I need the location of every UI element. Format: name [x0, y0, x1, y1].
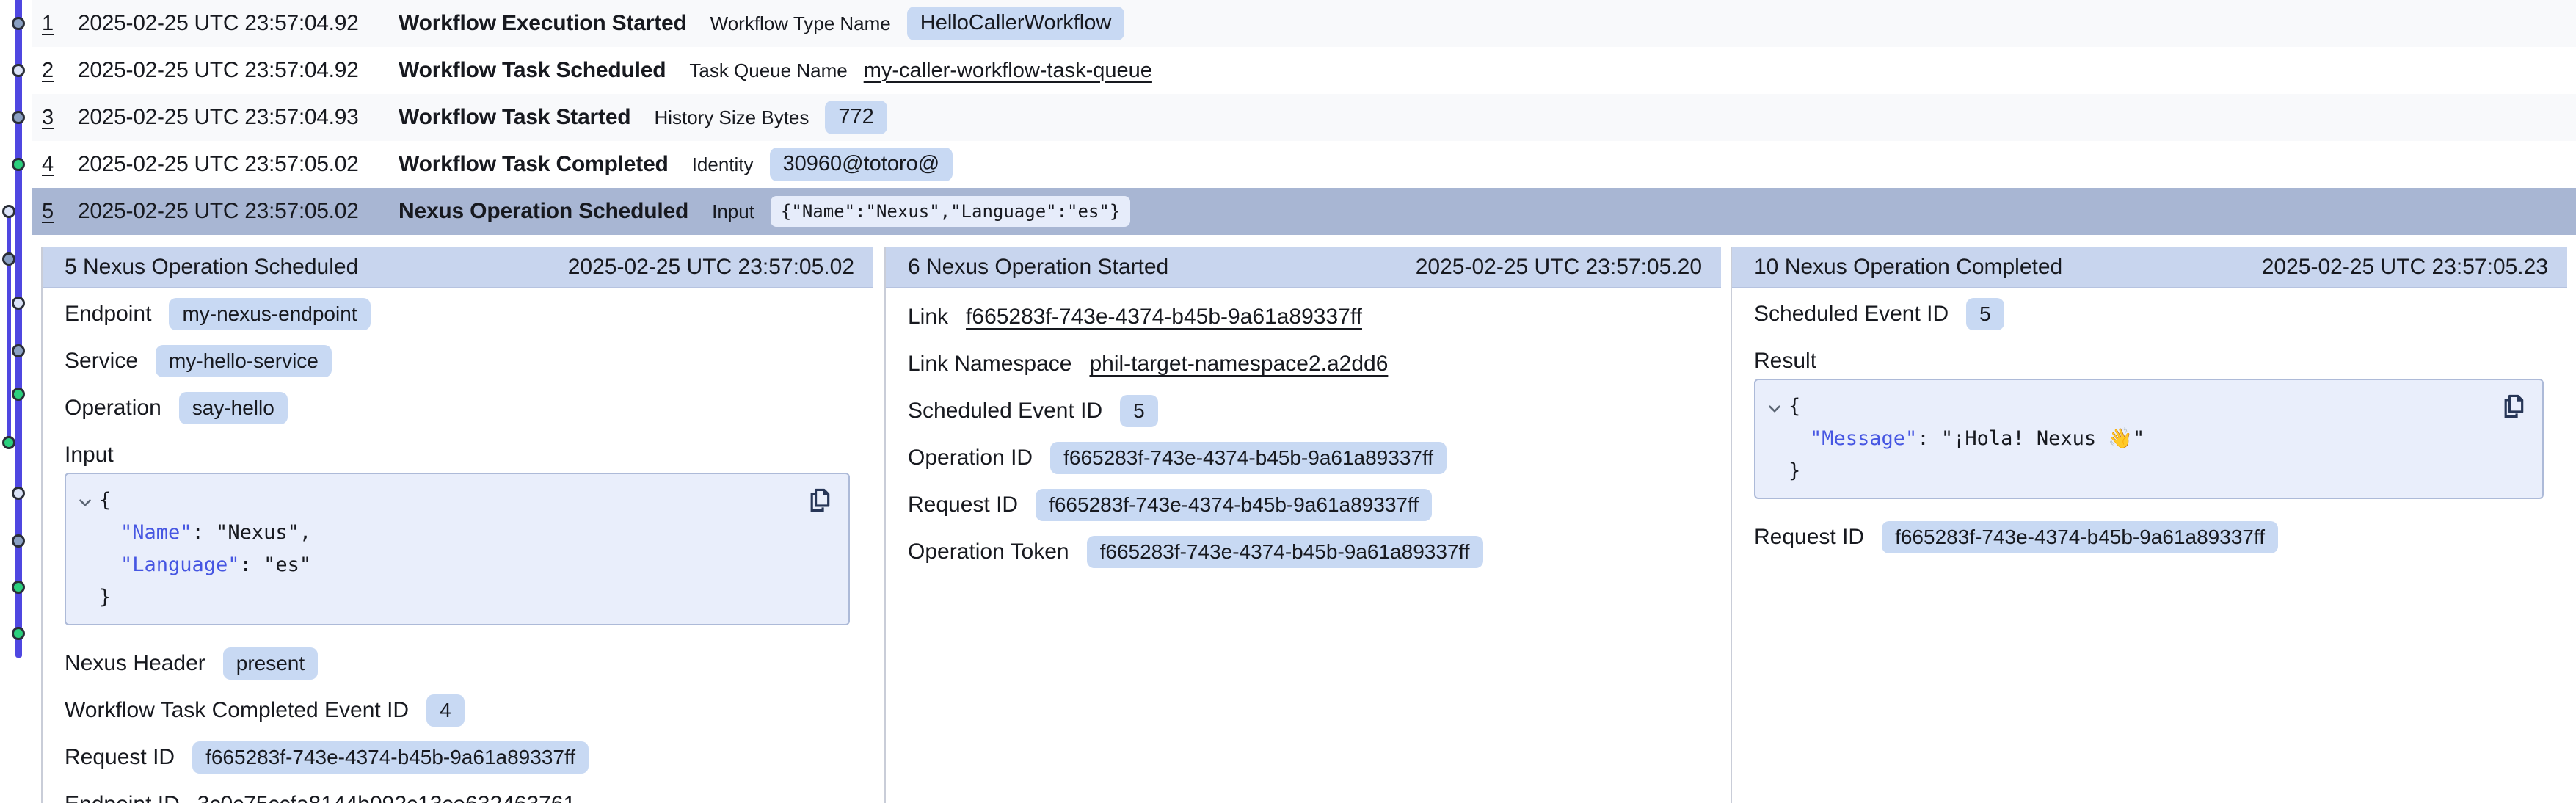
field-value-badge: my-hello-service — [156, 345, 332, 378]
link-namespace-link[interactable]: phil-target-namespace2.a2dd6 — [1089, 352, 1388, 377]
field-value-badge: my-nexus-endpoint — [169, 298, 370, 331]
panel-title: 5 Nexus Operation Scheduled — [65, 255, 358, 280]
event-name: Workflow Task Scheduled — [399, 58, 666, 83]
timeline-event-dot[interactable] — [12, 344, 25, 357]
field-value-badge: 5 — [1120, 395, 1158, 428]
timeline-event-dot[interactable] — [12, 64, 25, 77]
event-detail-label: Input — [712, 200, 754, 223]
event-detail-label: Workflow Type Name — [710, 12, 891, 35]
panel-nexus-operation-started: 6 Nexus Operation Started 2025-02-25 UTC… — [884, 247, 1721, 803]
field-label: Scheduled Event ID — [908, 399, 1102, 424]
panel-timestamp: 2025-02-25 UTC 23:57:05.23 — [2262, 255, 2548, 280]
field-value-badge: 5 — [1966, 298, 2004, 331]
event-id-link[interactable]: 2 — [32, 59, 78, 83]
field-label: Workflow Task Completed Event ID — [65, 698, 409, 723]
panel-timestamp: 2025-02-25 UTC 23:57:05.20 — [1416, 255, 1702, 280]
field-label: Link Namespace — [908, 352, 1071, 377]
field-value-badge: f665283f-743e-4374-b45b-9a61a89337ff — [1036, 489, 1432, 522]
panel-header: 5 Nexus Operation Scheduled 2025-02-25 U… — [43, 247, 873, 288]
panel-nexus-operation-scheduled: 5 Nexus Operation Scheduled 2025-02-25 U… — [41, 247, 873, 803]
timeline-event-dot[interactable] — [12, 388, 25, 401]
panel-title: 10 Nexus Operation Completed — [1754, 255, 2062, 280]
field-label: Input — [65, 443, 114, 468]
field-label: Result — [1754, 349, 1816, 374]
history-event-row[interactable]: 2 2025-02-25 UTC 23:57:04.92 Workflow Ta… — [32, 47, 2576, 94]
nexus-branch-line — [7, 211, 11, 444]
chevron-down-icon[interactable] — [1765, 396, 1784, 415]
history-event-row[interactable]: 4 2025-02-25 UTC 23:57:05.02 Workflow Ta… — [32, 141, 2576, 188]
timeline-event-dot[interactable] — [12, 627, 25, 640]
chevron-down-icon[interactable] — [76, 490, 95, 509]
field-label: Request ID — [908, 493, 1018, 517]
timeline-event-dot[interactable] — [12, 297, 25, 310]
copy-icon[interactable] — [2498, 392, 2528, 423]
field-value-badge: f665283f-743e-4374-b45b-9a61a89337ff — [1050, 442, 1447, 475]
event-id-link[interactable]: 1 — [32, 12, 78, 36]
event-id-link[interactable]: 5 — [32, 200, 78, 224]
event-input-badge: {"Name":"Nexus","Language":"es"} — [771, 196, 1130, 227]
panel-title: 6 Nexus Operation Started — [908, 255, 1168, 280]
workflow-history-view: 1 2025-02-25 UTC 23:57:04.92 Workflow Ex… — [0, 0, 2576, 803]
field-value-badge: present — [223, 647, 318, 680]
event-name: Nexus Operation Scheduled — [399, 199, 688, 224]
event-timestamp: 2025-02-25 UTC 23:57:04.93 — [78, 105, 399, 130]
history-event-row-selected[interactable]: 5 2025-02-25 UTC 23:57:05.02 Nexus Opera… — [32, 188, 2576, 235]
field-label: Operation Token — [908, 539, 1069, 564]
event-detail-label: Identity — [692, 153, 754, 176]
event-timestamp: 2025-02-25 UTC 23:57:05.02 — [78, 152, 399, 177]
event-detail-label: Task Queue Name — [689, 59, 847, 82]
timeline-event-dot[interactable] — [12, 581, 25, 594]
field-label: Request ID — [1754, 525, 1864, 550]
timeline-event-dot[interactable] — [12, 111, 25, 124]
event-timestamp: 2025-02-25 UTC 23:57:04.92 — [78, 11, 399, 36]
event-timestamp: 2025-02-25 UTC 23:57:04.92 — [78, 58, 399, 83]
timeline-main-line — [15, 0, 22, 658]
panel-header: 10 Nexus Operation Completed 2025-02-25 … — [1732, 247, 2567, 288]
timeline-event-dot[interactable] — [12, 534, 25, 548]
field-label: Endpoint ID — [65, 792, 180, 803]
panel-timestamp: 2025-02-25 UTC 23:57:05.02 — [568, 255, 854, 280]
timeline-event-dot[interactable] — [12, 158, 25, 171]
task-queue-link[interactable]: my-caller-workflow-task-queue — [864, 59, 1152, 83]
field-label: Link — [908, 305, 948, 330]
link-event-link[interactable]: f665283f-743e-4374-b45b-9a61a89337ff — [966, 305, 1362, 330]
field-value-badge: f665283f-743e-4374-b45b-9a61a89337ff — [1882, 521, 2278, 554]
event-id-link[interactable]: 3 — [32, 106, 78, 130]
history-event-row[interactable]: 3 2025-02-25 UTC 23:57:04.93 Workflow Ta… — [32, 94, 2576, 141]
field-value-badge: f665283f-743e-4374-b45b-9a61a89337ff — [1087, 536, 1483, 569]
timeline-event-dot[interactable] — [12, 487, 25, 500]
field-label: Endpoint — [65, 302, 151, 327]
json-result-viewer: { "Message": "¡Hola! Nexus 👋" } — [1754, 379, 2544, 499]
event-name: Workflow Execution Started — [399, 11, 687, 36]
timeline-event-dot[interactable] — [2, 436, 15, 449]
field-label: Operation ID — [908, 446, 1033, 470]
event-detail-label: History Size Bytes — [654, 106, 809, 129]
endpoint-id-link[interactable]: 3c0c75ccfa8144b092c13ce632463761 — [197, 792, 575, 803]
event-name: Workflow Task Completed — [399, 152, 669, 177]
field-label: Nexus Header — [65, 651, 205, 676]
panel-header: 6 Nexus Operation Started 2025-02-25 UTC… — [886, 247, 1721, 288]
timeline-event-dot[interactable] — [2, 252, 15, 266]
event-name: Workflow Task Started — [399, 105, 630, 130]
history-event-row[interactable]: 1 2025-02-25 UTC 23:57:04.92 Workflow Ex… — [32, 0, 2576, 47]
panel-nexus-operation-completed: 10 Nexus Operation Completed 2025-02-25 … — [1731, 247, 2567, 803]
field-label: Operation — [65, 396, 161, 421]
field-value-badge: say-hello — [179, 392, 288, 425]
event-id-link[interactable]: 4 — [32, 153, 78, 177]
json-input-viewer: { "Name": "Nexus", "Language": "es" } — [65, 473, 850, 625]
field-value-badge: 4 — [426, 694, 465, 727]
event-detail-badge: HelloCallerWorkflow — [907, 7, 1125, 40]
field-label: Service — [65, 349, 138, 374]
copy-icon[interactable] — [804, 486, 834, 517]
event-detail-badge: 772 — [825, 101, 887, 134]
timeline-event-dot[interactable] — [2, 205, 15, 218]
timeline-event-dot[interactable] — [12, 17, 25, 30]
field-value-badge: f665283f-743e-4374-b45b-9a61a89337ff — [192, 741, 589, 774]
field-label: Scheduled Event ID — [1754, 302, 1949, 327]
event-timestamp: 2025-02-25 UTC 23:57:05.02 — [78, 199, 399, 224]
field-label: Request ID — [65, 745, 175, 770]
event-detail-badge: 30960@totoro@ — [770, 148, 953, 181]
